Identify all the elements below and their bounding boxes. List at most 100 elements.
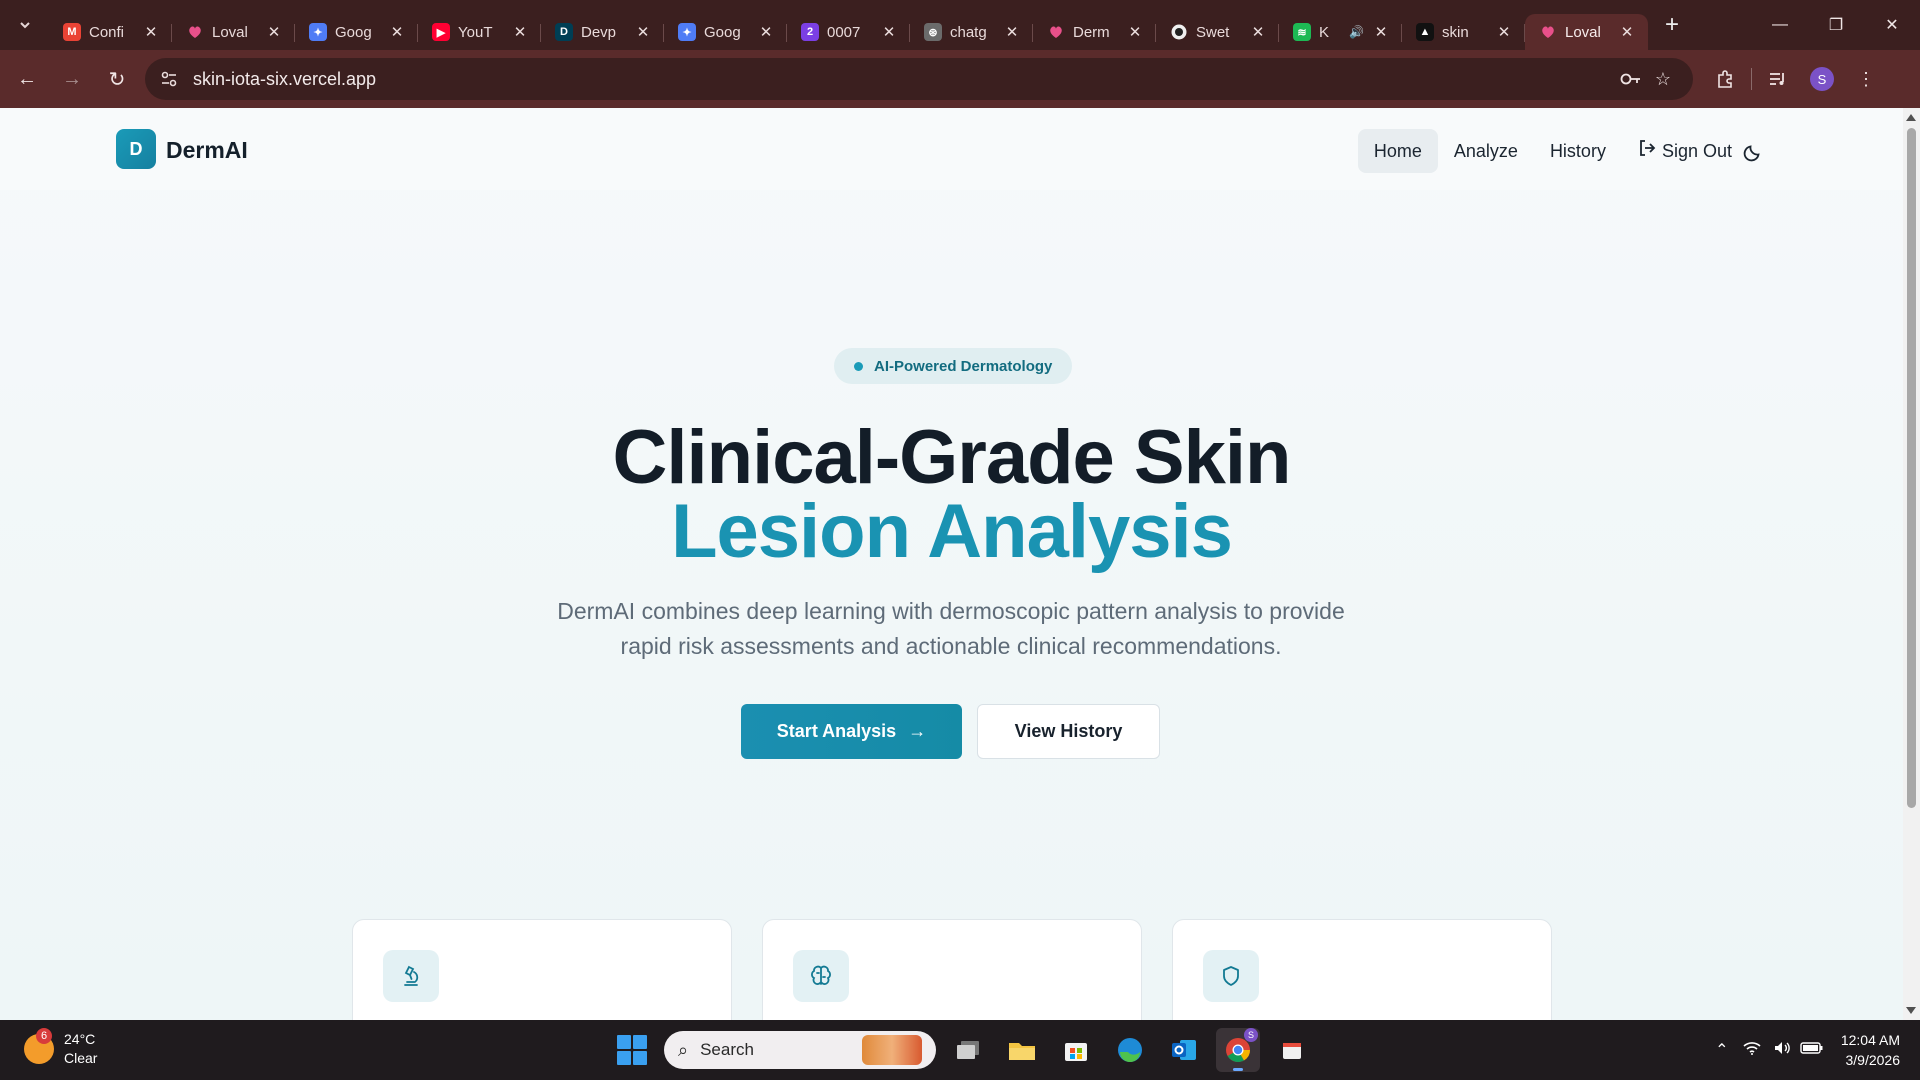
tab-close-icon[interactable]: ✕ bbox=[634, 23, 652, 41]
taskbar-apps: ⌕ Search S bbox=[610, 1028, 1314, 1072]
volume-icon[interactable] bbox=[1767, 1040, 1797, 1061]
scroll-up-icon[interactable] bbox=[1906, 114, 1916, 121]
tab-close-icon[interactable]: ✕ bbox=[880, 23, 898, 41]
file-explorer-icon[interactable] bbox=[1000, 1028, 1044, 1072]
app-icon: 2 bbox=[801, 23, 819, 41]
browser-tab[interactable]: ⊛ chatg ✕ bbox=[910, 14, 1033, 50]
gemini-icon: ✦ bbox=[678, 23, 696, 41]
arrow-right-icon: → bbox=[908, 721, 927, 741]
tab-close-icon[interactable]: ✕ bbox=[511, 23, 529, 41]
hero-subtitle: DermAI combines deep learning with dermo… bbox=[557, 598, 1345, 659]
tab-title: Swet bbox=[1196, 23, 1230, 41]
tab-close-icon[interactable]: ✕ bbox=[388, 23, 406, 41]
audio-playing-icon[interactable]: 🔊 bbox=[1349, 25, 1364, 39]
tab-close-icon[interactable]: ✕ bbox=[757, 23, 775, 41]
task-view-icon[interactable] bbox=[946, 1028, 990, 1072]
edge-icon[interactable] bbox=[1108, 1028, 1152, 1072]
toolbar-divider bbox=[1751, 68, 1752, 90]
weather-widget[interactable]: 6 24°C Clear bbox=[24, 1028, 97, 1068]
page-viewport: D DermAI Home Analyze History Sign Out A… bbox=[0, 108, 1903, 1020]
view-history-button[interactable]: View History bbox=[977, 704, 1160, 759]
browser-tab[interactable]: Loval ✕ bbox=[1525, 14, 1648, 50]
url-text[interactable]: skin-iota-six.vercel.app bbox=[193, 69, 1615, 90]
system-tray: ⌃ 12:04 AM 3/9/2026 bbox=[1707, 1020, 1900, 1080]
wifi-icon[interactable] bbox=[1737, 1041, 1767, 1060]
browser-tab[interactable]: Loval ✕ bbox=[172, 14, 295, 50]
microsoft-store-icon[interactable] bbox=[1054, 1028, 1098, 1072]
chevron-down-icon bbox=[20, 22, 30, 29]
address-bar[interactable]: skin-iota-six.vercel.app ☆ bbox=[145, 58, 1693, 100]
extensions-icon[interactable] bbox=[1707, 61, 1743, 97]
kebab-menu-icon: ⋮ bbox=[1857, 68, 1875, 89]
feature-card-3 bbox=[1172, 919, 1552, 1020]
snipping-tool-icon[interactable] bbox=[1270, 1028, 1314, 1072]
browser-tab[interactable]: ▶ YouT ✕ bbox=[418, 14, 541, 50]
chrome-icon[interactable]: S bbox=[1216, 1028, 1260, 1072]
tab-close-icon[interactable]: ✕ bbox=[1372, 23, 1390, 41]
browser-menu-button[interactable]: ⋮ bbox=[1848, 61, 1884, 97]
back-button[interactable]: ← bbox=[9, 61, 45, 97]
nav-analyze[interactable]: Analyze bbox=[1438, 129, 1534, 173]
tab-close-icon[interactable]: ✕ bbox=[1003, 23, 1021, 41]
outlook-icon[interactable] bbox=[1162, 1028, 1206, 1072]
chrome-profile-badge: S bbox=[1244, 1028, 1258, 1042]
password-key-icon[interactable] bbox=[1615, 72, 1647, 86]
browser-tab[interactable]: Swet ✕ bbox=[1156, 14, 1279, 50]
battery-icon[interactable] bbox=[1797, 1041, 1827, 1060]
browser-tab[interactable]: ✦ Goog ✕ bbox=[295, 14, 418, 50]
tab-search-button[interactable] bbox=[9, 9, 41, 41]
scrollbar-thumb[interactable] bbox=[1907, 128, 1916, 808]
forward-button[interactable]: → bbox=[54, 61, 90, 97]
taskbar-search[interactable]: ⌕ Search bbox=[664, 1031, 936, 1069]
media-controls-icon[interactable] bbox=[1760, 61, 1796, 97]
scroll-down-icon[interactable] bbox=[1906, 1007, 1916, 1014]
browser-tab[interactable]: ≋ K 🔊 ✕ bbox=[1279, 14, 1402, 50]
logo-text[interactable]: DermAI bbox=[166, 137, 248, 164]
toolbar-actions: S ⋮ bbox=[1707, 61, 1884, 97]
site-info-icon[interactable] bbox=[159, 69, 179, 89]
youtube-icon: ▶ bbox=[432, 23, 450, 41]
badge-dot bbox=[854, 361, 863, 371]
browser-tab[interactable]: D Devp ✕ bbox=[541, 14, 664, 50]
theme-toggle-button[interactable] bbox=[1735, 134, 1771, 170]
profile-button[interactable]: S bbox=[1804, 61, 1840, 97]
page-scrollbar[interactable] bbox=[1903, 108, 1920, 1020]
tab-close-icon[interactable]: ✕ bbox=[1495, 23, 1513, 41]
browser-tab[interactable]: M Confi ✕ bbox=[49, 14, 172, 50]
tab-close-icon[interactable]: ✕ bbox=[1126, 23, 1144, 41]
browser-tab[interactable]: ▲ skin ✕ bbox=[1402, 14, 1525, 50]
browser-tab[interactable]: 2 0007 ✕ bbox=[787, 14, 910, 50]
nav-home[interactable]: Home bbox=[1357, 129, 1438, 173]
tab-title: Loval bbox=[212, 23, 248, 41]
chevron-up-icon[interactable]: ⌃ bbox=[1707, 1040, 1737, 1060]
browser-tab[interactable]: Derm ✕ bbox=[1033, 14, 1156, 50]
feature-card-1 bbox=[352, 919, 732, 1020]
start-analysis-button[interactable]: Start Analysis → bbox=[741, 704, 962, 759]
nav-sign-out[interactable]: Sign Out bbox=[1622, 129, 1748, 173]
openai-icon: ⊛ bbox=[924, 23, 942, 41]
close-window-button[interactable]: ✕ bbox=[1864, 0, 1920, 50]
moon-icon bbox=[1743, 145, 1760, 162]
bookmark-star-icon[interactable]: ☆ bbox=[1647, 69, 1679, 90]
brain-icon bbox=[793, 950, 849, 1002]
start-analysis-label: Start Analysis bbox=[776, 721, 897, 741]
system-clock[interactable]: 12:04 AM 3/9/2026 bbox=[1841, 1030, 1900, 1070]
tab-close-icon[interactable]: ✕ bbox=[142, 23, 160, 41]
new-tab-button[interactable]: + bbox=[1656, 9, 1688, 41]
browser-tab[interactable]: ✦ Goog ✕ bbox=[664, 14, 787, 50]
reload-button[interactable]: ↻ bbox=[99, 61, 135, 97]
windows-start-icon[interactable] bbox=[610, 1028, 654, 1072]
tab-close-icon[interactable]: ✕ bbox=[1618, 23, 1636, 41]
logo-mark[interactable]: D bbox=[116, 129, 156, 169]
tab-close-icon[interactable]: ✕ bbox=[265, 23, 283, 41]
nav-history[interactable]: History bbox=[1534, 129, 1622, 173]
weather-text: 24°C Clear bbox=[64, 1030, 97, 1068]
github-icon bbox=[1170, 23, 1188, 41]
minimize-button[interactable]: — bbox=[1752, 0, 1808, 50]
search-highlight-image bbox=[862, 1035, 922, 1065]
windows-taskbar: 6 24°C Clear ⌕ Search S ⌃ 12:04 AM 3/9/2… bbox=[0, 1020, 1920, 1080]
sign-out-icon bbox=[1638, 139, 1656, 163]
tab-close-icon[interactable]: ✕ bbox=[1249, 23, 1267, 41]
restore-button[interactable]: ❐ bbox=[1808, 0, 1864, 50]
lovable-icon bbox=[186, 23, 204, 41]
